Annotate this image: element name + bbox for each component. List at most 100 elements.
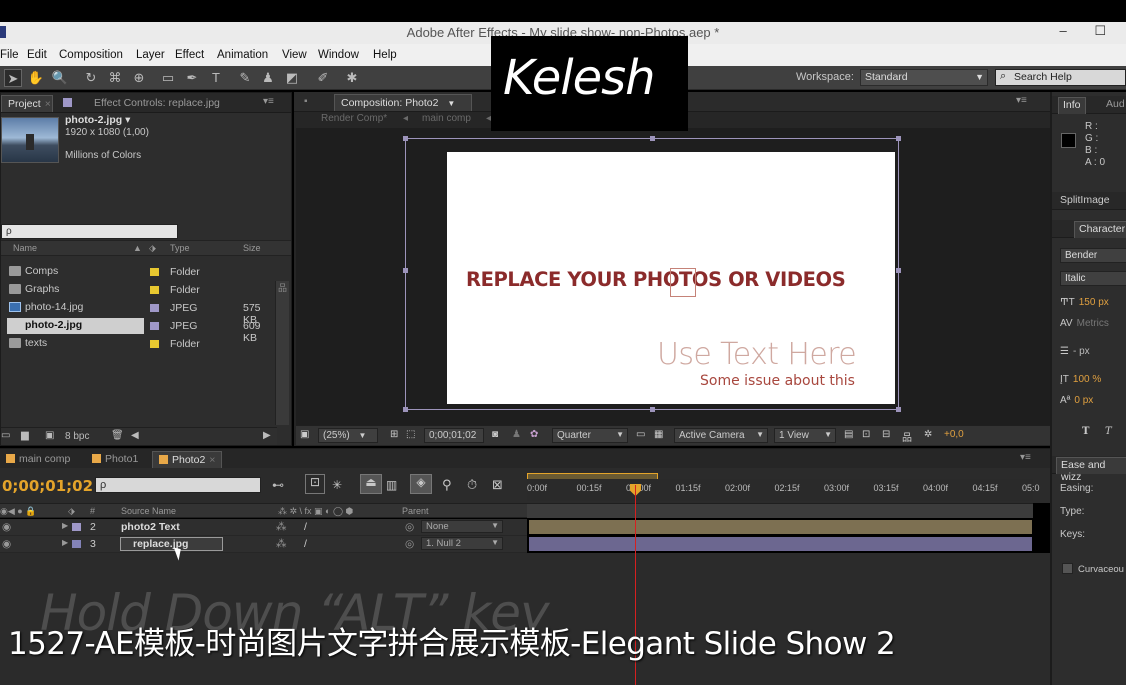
camera-select[interactable]: Active Camera ▼	[674, 428, 768, 443]
label-swatch[interactable]	[150, 304, 159, 312]
menu-window[interactable]: Window	[318, 49, 359, 61]
workspace-select[interactable]: Standard ▼	[860, 69, 988, 86]
leading-value[interactable]: - px	[1073, 346, 1090, 357]
breadcrumb-main-comp[interactable]: main comp	[422, 113, 471, 124]
selection-tool-icon[interactable]: ➤	[4, 69, 22, 87]
tab-timeline-main-comp[interactable]: main comp	[0, 451, 76, 468]
project-item-name[interactable]: Graphs	[7, 282, 144, 298]
comp-canvas[interactable]: REPLACE YOUR PHOTOS OR VIDEOS Use Text H…	[447, 152, 895, 404]
parent-select[interactable]: None ▼	[421, 520, 503, 533]
flowchart-icon[interactable]: 品	[902, 429, 912, 444]
pen-tool-icon[interactable]: ✒	[183, 69, 201, 87]
exposure-reset-icon[interactable]: ✲	[924, 429, 932, 440]
comp-timecode[interactable]: 0;00;01;02	[424, 428, 484, 443]
trash-icon[interactable]: 🗑	[111, 430, 124, 441]
pick-whip-icon[interactable]: ◎	[405, 538, 414, 550]
hand-tool-icon[interactable]: ✋	[27, 69, 45, 87]
parent-select[interactable]: 1. Null 2 ▼	[421, 537, 503, 550]
panel-menu-icon[interactable]: ▾≡	[1016, 95, 1027, 106]
project-item-name[interactable]: Comps	[7, 264, 144, 280]
show-snapshot-icon[interactable]: ♟	[512, 429, 521, 440]
scroll-right-icon[interactable]: ▶	[263, 430, 271, 441]
snapshot-icon[interactable]: ◙	[492, 429, 498, 440]
faux-bold-button[interactable]: T	[1082, 426, 1089, 437]
resolution-select[interactable]: Quarter ▼	[552, 428, 628, 443]
region-of-interest-icon[interactable]: ▣	[300, 429, 309, 440]
tab-timeline-photo1[interactable]: Photo1	[86, 451, 144, 468]
tab-info[interactable]: Info	[1058, 97, 1086, 114]
eye-icon[interactable]: ◉	[2, 538, 11, 550]
type-tool-icon[interactable]: T	[207, 69, 225, 87]
transform-handle[interactable]	[403, 268, 408, 273]
anchor-point-box[interactable]	[670, 268, 696, 297]
transform-handle[interactable]	[896, 407, 901, 412]
kerning-value[interactable]: Metrics	[1077, 318, 1109, 329]
label-swatch[interactable]	[150, 286, 159, 294]
layer-name[interactable]: photo2 Text	[121, 521, 180, 533]
panel-menu-icon[interactable]: ▾≡	[263, 96, 274, 107]
eye-icon[interactable]: ◉	[2, 521, 11, 533]
selected-item-name[interactable]: photo-2.jpg ▾	[65, 114, 130, 126]
color-channel-icon[interactable]: ✿	[530, 429, 538, 440]
project-item-row[interactable]: Graphs Folder	[1, 281, 275, 299]
scroll-left-icon[interactable]: ◀	[131, 430, 139, 441]
menu-edit[interactable]: Edit	[27, 49, 47, 61]
close-icon[interactable]: ×	[45, 98, 51, 110]
col-size[interactable]: Size	[243, 243, 261, 253]
faux-italic-button[interactable]: T	[1105, 426, 1112, 437]
layer-duration-bar[interactable]	[529, 537, 1032, 551]
roto-brush-tool-icon[interactable]: ✐	[314, 69, 332, 87]
project-item-name[interactable]: photo-14.jpg	[7, 300, 144, 316]
exposure-value[interactable]: +0,0	[944, 429, 964, 440]
label-swatch[interactable]	[72, 540, 81, 548]
pixel-aspect-icon[interactable]: ▤	[844, 429, 853, 440]
menu-composition[interactable]: Composition	[59, 49, 123, 61]
zoom-select[interactable]: (25%) ▼	[318, 428, 378, 443]
breadcrumb-render-comp[interactable]: Render Comp*	[321, 113, 387, 124]
transform-handle[interactable]	[403, 136, 408, 141]
live-update-icon[interactable]: ⊡	[305, 474, 325, 494]
window-controls[interactable]: – ☐	[1060, 23, 1119, 39]
close-icon[interactable]: ×	[209, 454, 215, 466]
rotate-tool-icon[interactable]: ↻	[82, 69, 100, 87]
fast-preview-icon[interactable]: ▭	[636, 429, 645, 440]
transform-handle[interactable]	[896, 136, 901, 141]
shy-switch-icon[interactable]: ⁂	[276, 538, 287, 550]
col-type[interactable]: Type	[170, 243, 190, 253]
project-item-name[interactable]: texts	[7, 336, 144, 352]
font-size-row[interactable]: ͲT 150 px	[1060, 297, 1109, 308]
label-swatch[interactable]	[150, 322, 159, 330]
tab-ease-and-wizz[interactable]: Ease and wizz	[1056, 457, 1126, 483]
project-item-row[interactable]: photo-14.jpg JPEG 575 KB	[1, 299, 275, 326]
vscale-row[interactable]: ĮT 100 %	[1060, 374, 1101, 385]
project-item-row[interactable]: texts Folder	[1, 335, 275, 353]
timeline-timecode[interactable]: 0;00;01;02	[2, 477, 93, 495]
tab-character[interactable]: Character	[1074, 221, 1126, 238]
clone-stamp-tool-icon[interactable]: ♟	[259, 69, 277, 87]
tab-composition[interactable]: Composition: Photo2 ▼	[334, 94, 472, 111]
flowchart-icon[interactable]: 品	[278, 281, 287, 294]
rectangle-tool-icon[interactable]: ▭	[159, 69, 177, 87]
baseline-value[interactable]: 0 px	[1074, 395, 1093, 406]
graph-editor-icon[interactable]: ⊠	[492, 477, 503, 493]
camera-tool-icon[interactable]: ⌘	[106, 69, 124, 87]
brainstorm-icon[interactable]: ⚲	[442, 477, 452, 493]
zoom-tool-icon[interactable]: 🔍	[51, 69, 69, 87]
col-name[interactable]: Name	[13, 243, 37, 253]
label-swatch[interactable]	[150, 268, 159, 276]
project-search-input[interactable]: ρ	[1, 224, 178, 239]
layer-name[interactable]: replace.jpg	[119, 537, 224, 551]
project-scrollbar[interactable]: 品	[275, 281, 289, 425]
draft-3d-icon[interactable]: ✳	[332, 478, 342, 492]
motion-blur-icon[interactable]: ◈	[410, 474, 432, 494]
brush-tool-icon[interactable]: ✎	[236, 69, 254, 87]
timeline-icon[interactable]: ⊡	[862, 429, 870, 440]
transform-handle[interactable]	[896, 268, 901, 273]
project-item-row[interactable]: Comps Folder	[1, 263, 275, 281]
puppet-pin-tool-icon[interactable]: ✱	[343, 69, 361, 87]
chevron-down-icon[interactable]: ▼	[447, 99, 455, 108]
menu-view[interactable]: View	[282, 49, 307, 61]
transparency-grid-icon[interactable]: ▦	[654, 429, 663, 440]
frame-blending-icon[interactable]: ▥	[386, 478, 397, 492]
new-comp-icon[interactable]: ▣	[45, 430, 54, 441]
